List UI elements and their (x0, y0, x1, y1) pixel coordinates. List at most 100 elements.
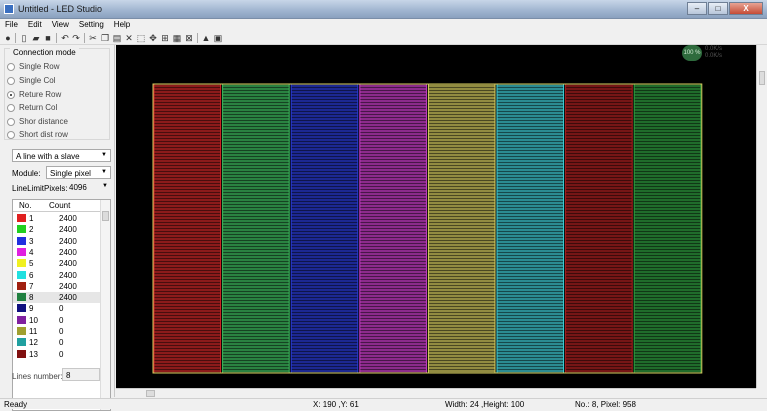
led-column (633, 83, 702, 374)
color-swatch (17, 281, 26, 290)
scroll-thumb[interactable] (759, 71, 765, 85)
line-limit-select[interactable]: 4096 ▼ (66, 181, 111, 194)
radio-return-col[interactable]: Return Col (7, 103, 57, 112)
open-folder-icon[interactable]: ▰ (31, 33, 41, 43)
color-swatch (17, 214, 26, 222)
list-item-count: 2400 (59, 225, 77, 235)
chevron-down-icon: ▼ (101, 169, 107, 175)
horizontal-scrollbar[interactable] (116, 388, 756, 398)
list-item-count: 2400 (59, 281, 77, 291)
list-item-no: 6 (29, 270, 34, 280)
list-item[interactable]: 10 0 (13, 315, 101, 326)
connection-mode-title: Connection mode (10, 48, 79, 57)
list-item[interactable]: 3 2400 (13, 236, 101, 247)
toolbar-separator (84, 33, 85, 43)
move-icon[interactable]: ✥ (148, 33, 158, 43)
maximize-button[interactable]: □ (708, 2, 728, 15)
list-scrollbar[interactable] (100, 200, 110, 410)
led-column (153, 83, 222, 374)
close-button[interactable]: X (729, 2, 763, 15)
vertical-scrollbar[interactable] (756, 45, 767, 388)
list-item[interactable]: 90 (13, 303, 101, 314)
line-limit-label: LineLimitPixels: (12, 184, 68, 193)
color-swatch (17, 349, 26, 358)
list-item-count: 0 (59, 338, 64, 348)
list-item[interactable]: 12 0 (13, 337, 101, 348)
list-item-no: 1 (29, 214, 34, 223)
app-icon (4, 4, 14, 14)
toolbar-separator (15, 33, 16, 43)
cut-icon[interactable]: ✂ (88, 33, 98, 43)
status-bar: Ready X: 190 ,Y: 61 Width: 24 ,Height: 1… (0, 398, 767, 409)
list-item-no: 9 (29, 304, 34, 314)
redo-icon[interactable]: ↷ (71, 33, 81, 43)
menu-edit[interactable]: Edit (23, 19, 47, 31)
chevron-down-icon: ▼ (101, 152, 107, 158)
status-info: No.: 8, Pixel: 958 (575, 400, 636, 409)
color-swatch (17, 315, 26, 324)
speed-badge: 100 % 0.0K/s 0.0K/s (682, 45, 742, 61)
list-item[interactable]: 1 2400 (13, 213, 101, 224)
list-item[interactable]: 13 0 (13, 349, 101, 360)
select-icon[interactable]: ⬚ (136, 33, 146, 43)
delete-icon[interactable]: ✕ (124, 33, 134, 43)
grid-icon[interactable]: ▦ (172, 33, 182, 43)
list-item-count: 0 (59, 327, 64, 336)
lines-number-field[interactable]: 8 (62, 368, 100, 381)
list-item[interactable]: 4 2400 (13, 247, 101, 258)
menu-bar: File Edit View Setting Help (0, 19, 767, 31)
list-item-count: 0 (59, 349, 64, 359)
list-item-no: 7 (29, 281, 34, 291)
title-bar: Untitled - LED Studio – □ X (0, 0, 767, 19)
radio-short-dist-row[interactable]: Short dist row (7, 130, 68, 139)
color-swatch (17, 236, 26, 245)
scroll-thumb[interactable] (102, 211, 109, 221)
led-canvas[interactable]: 100 % 0.0K/s 0.0K/s (116, 45, 756, 388)
list-item-no: 3 (29, 236, 34, 246)
list-item[interactable]: 2 2400 (13, 224, 101, 235)
chevron-down-icon: ▼ (102, 183, 108, 189)
list-item-count: 2400 (59, 293, 77, 303)
list-item-no: 11 (29, 327, 38, 336)
module-select[interactable]: Single pixel ▼ (46, 166, 111, 179)
list-item[interactable]: 7 2400 (13, 281, 101, 292)
list-item[interactable]: 11 0 (13, 326, 101, 337)
list-item[interactable]: 6 2400 (13, 270, 101, 281)
list-item[interactable]: 5 2400 (13, 258, 101, 269)
status-size: Width: 24 ,Height: 100 (445, 400, 525, 409)
preview-icon[interactable]: ▲ (201, 33, 211, 43)
undo-icon[interactable]: ↶ (60, 33, 70, 43)
menu-help[interactable]: Help (109, 19, 135, 31)
menu-file[interactable]: File (0, 19, 23, 31)
radio-single-row[interactable]: Single Row (7, 62, 59, 71)
route-icon[interactable]: ⊞ (160, 33, 170, 43)
minimize-button[interactable]: – (687, 2, 707, 15)
copy-icon[interactable]: ❐ (100, 33, 110, 43)
export-icon[interactable]: ▣ (213, 33, 223, 43)
paste-icon[interactable]: ▤ (112, 33, 122, 43)
column-count: Count (49, 201, 71, 210)
toolbar: ● ▯ ▰ ■ ↶ ↷ ✂ ❐ ▤ ✕ ⬚ ✥ ⊞ ▦ ⊠ ▲ ▣ (0, 31, 767, 45)
menu-setting[interactable]: Setting (74, 19, 109, 31)
list-item-count: 2400 (59, 259, 77, 269)
record-icon[interactable]: ● (3, 33, 13, 43)
save-icon[interactable]: ■ (43, 33, 53, 43)
scroll-thumb[interactable] (146, 390, 155, 397)
menu-view[interactable]: View (47, 19, 74, 31)
list-item[interactable]: 8 2400 (13, 292, 101, 304)
color-swatch (17, 270, 26, 279)
lines-number-label: Lines number: (12, 372, 63, 381)
list-item-count: 0 (59, 304, 64, 314)
list-item-count: 2400 (59, 236, 77, 246)
led-column (496, 83, 565, 374)
radio-shor-distance[interactable]: Shor distance (7, 117, 68, 126)
new-file-icon[interactable]: ▯ (19, 33, 29, 43)
toolbar-separator (56, 33, 57, 43)
slave-mode-select[interactable]: A line with a slave ▼ (12, 149, 111, 162)
toolbar-separator (197, 33, 198, 43)
zoom-icon[interactable]: ⊠ (184, 33, 194, 43)
radio-reture-row[interactable]: Reture Row (7, 90, 61, 99)
color-swatch (17, 293, 26, 302)
radio-single-col[interactable]: Single Col (7, 76, 55, 85)
list-item-no: 13 (29, 349, 38, 359)
